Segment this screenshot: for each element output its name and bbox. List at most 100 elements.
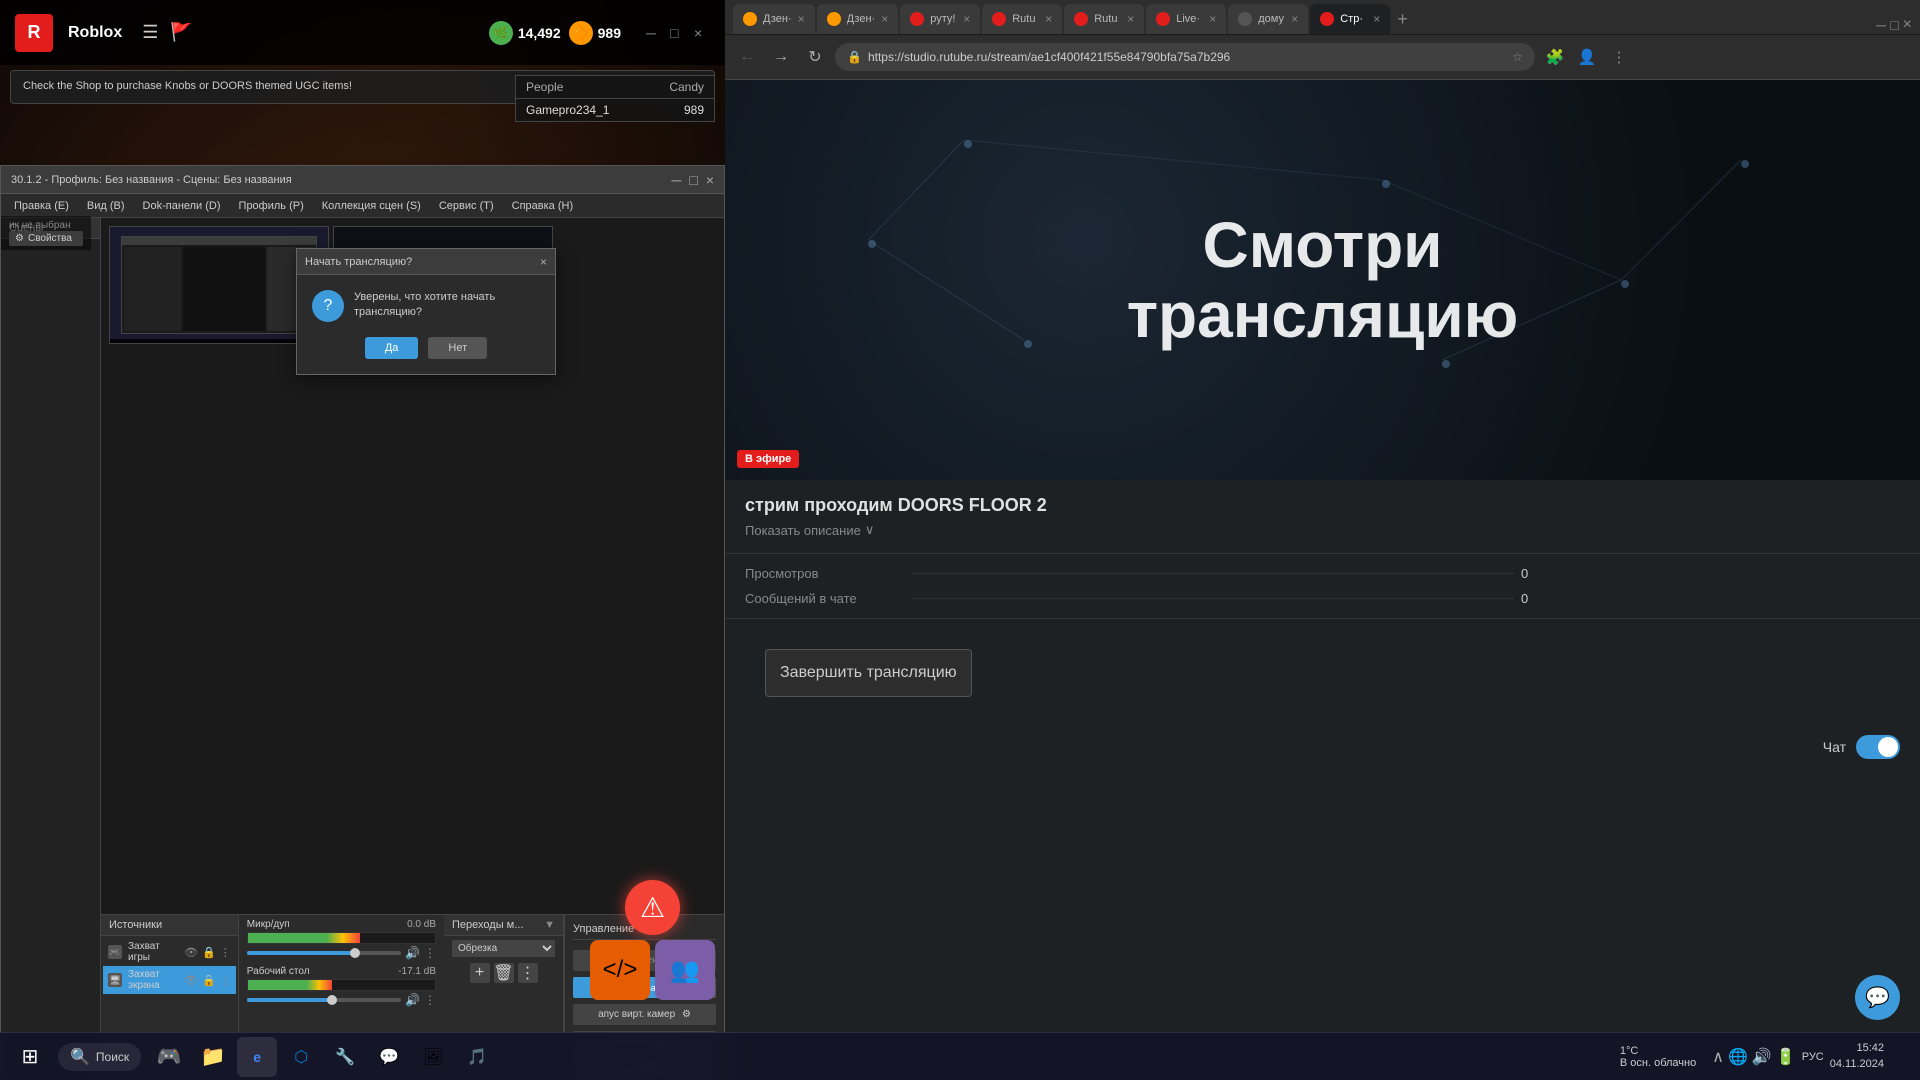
- rutube-chat-toggle[interactable]: [1856, 735, 1900, 759]
- tab-1-label: Дзен·: [763, 13, 792, 25]
- browser-extensions-btn[interactable]: 🧩: [1541, 43, 1569, 71]
- taskbar-language[interactable]: РУС: [1802, 1051, 1824, 1063]
- source-eye-icon[interactable]: 👁: [184, 946, 198, 959]
- source-more-icon[interactable]: ⋮: [220, 946, 231, 959]
- robux-currency: 🌿 14,492: [489, 21, 561, 45]
- tab-5-close[interactable]: ×: [1127, 12, 1134, 26]
- roblox-code-btn[interactable]: </>: [590, 940, 650, 1000]
- browser-minimize-btn[interactable]: ─: [1876, 17, 1886, 33]
- taskbar-app-media[interactable]: 🎵: [457, 1037, 497, 1077]
- obs-dialog-close-btn[interactable]: ×: [540, 255, 547, 269]
- tray-expand-icon[interactable]: ∧: [1712, 1047, 1724, 1067]
- rutube-end-stream-section: Завершить трансляцию: [725, 619, 1920, 727]
- taskbar-app-vscode[interactable]: ⬡: [281, 1037, 321, 1077]
- rutube-description-toggle[interactable]: Показать описание ∨: [745, 522, 1900, 538]
- taskbar-show-desktop-btn[interactable]: [1890, 1037, 1910, 1077]
- obs-transition-more-btn[interactable]: ⋮: [518, 963, 538, 983]
- obs-menu-scene-collection[interactable]: Коллекция сцен (S): [314, 198, 429, 214]
- obs-titlebar-buttons: ─ □ ×: [671, 172, 714, 188]
- rutube-support-btn[interactable]: 💬: [1855, 975, 1900, 1020]
- taskbar-app-chat[interactable]: 💬: [369, 1037, 409, 1077]
- obs-desktop-mute-icon[interactable]: 🔊: [405, 993, 420, 1007]
- browser-back-btn[interactable]: ←: [733, 43, 761, 71]
- tab-6-label: Live·: [1176, 13, 1200, 25]
- tab-4-close[interactable]: ×: [1045, 12, 1052, 26]
- obs-minimize-btn[interactable]: ─: [671, 172, 681, 188]
- obs-source-screen-capture[interactable]: 🖥 Захват экрана 👁 🔒 ⋮: [103, 966, 236, 994]
- tab-1-close[interactable]: ×: [798, 12, 805, 26]
- obs-mic-slider[interactable]: [247, 951, 401, 955]
- obs-virtual-camera-btn[interactable]: апус вирт. камер ⚙: [573, 1004, 716, 1025]
- rutube-end-stream-btn[interactable]: Завершить трансляцию: [765, 649, 972, 697]
- browser-forward-btn[interactable]: →: [767, 43, 795, 71]
- tray-network-icon[interactable]: 🌐: [1728, 1047, 1748, 1067]
- obs-transitions-expand-icon[interactable]: ▼: [544, 919, 555, 931]
- obs-dialog-yes-btn[interactable]: Да: [365, 337, 419, 359]
- browser-tab-1[interactable]: Дзен· ×: [733, 4, 815, 34]
- obs-desktop-more-icon[interactable]: ⋮: [424, 993, 436, 1007]
- source-lock-icon[interactable]: 🔒: [202, 946, 216, 959]
- obs-desktop-level-bar: [247, 979, 436, 991]
- roblox-menu-icon-1[interactable]: ☰: [142, 22, 158, 43]
- tab-7-close[interactable]: ×: [1291, 12, 1298, 26]
- obs-menu-dock[interactable]: Dok-панели (D): [135, 198, 229, 214]
- obs-menu-tools[interactable]: Сервис (Т): [431, 198, 502, 214]
- tray-sound-icon[interactable]: 🔊: [1752, 1047, 1772, 1067]
- browser-new-tab-btn[interactable]: +: [1392, 4, 1413, 34]
- obs-transition-add-btn[interactable]: +: [470, 963, 490, 983]
- tab-active-close[interactable]: ×: [1373, 12, 1380, 26]
- tray-battery-icon[interactable]: 🔋: [1776, 1047, 1796, 1067]
- obs-menu-view[interactable]: Вид (В): [79, 198, 133, 214]
- obs-transitions-header: Переходы м... ▼: [444, 915, 563, 936]
- obs-mic-mute-icon[interactable]: 🔊: [405, 946, 420, 960]
- obs-desktop-slider[interactable]: [247, 998, 401, 1002]
- browser-menu-btn[interactable]: ⋮: [1605, 43, 1633, 71]
- browser-tab-2[interactable]: Дзен· ×: [817, 4, 899, 34]
- source-lock-icon-2[interactable]: 🔒: [202, 974, 216, 987]
- obs-transitions-select[interactable]: Обрезка: [452, 940, 555, 957]
- obs-mic-more-icon[interactable]: ⋮: [424, 946, 436, 960]
- obs-source-game-capture[interactable]: 🎮 Захват игры 👁 🔒 ⋮: [103, 938, 236, 966]
- browser-profile-btn[interactable]: 👤: [1573, 43, 1601, 71]
- roblox-maximize-btn[interactable]: □: [670, 25, 686, 41]
- browser-close-btn[interactable]: ×: [1903, 16, 1912, 34]
- taskbar-search-bar[interactable]: 🔍 Поиск: [58, 1043, 141, 1071]
- browser-tab-4[interactable]: Rutu ×: [982, 4, 1062, 34]
- roblox-close-btn[interactable]: ×: [694, 25, 710, 41]
- obs-dialog-no-btn[interactable]: Нет: [428, 337, 487, 359]
- tab-6-close[interactable]: ×: [1209, 12, 1216, 26]
- roblox-people-btn[interactable]: 👥: [655, 940, 715, 1000]
- bookmark-icon[interactable]: ☆: [1512, 50, 1523, 64]
- browser-refresh-btn[interactable]: ↻: [801, 43, 829, 71]
- obs-transition-del-btn[interactable]: 🗑: [494, 963, 514, 983]
- browser-maximize-btn[interactable]: □: [1890, 17, 1898, 33]
- taskbar-app-files[interactable]: 📁: [193, 1037, 233, 1077]
- obs-menu-profile[interactable]: Профиль (P): [231, 198, 312, 214]
- obs-dialog-icon: ?: [312, 290, 344, 322]
- browser-address-bar[interactable]: 🔒 https://studio.rutube.ru/stream/ae1cf4…: [835, 43, 1535, 71]
- taskbar-app-photos[interactable]: 🖼: [413, 1037, 453, 1077]
- scene-props-btn[interactable]: ⚙ Свойства: [9, 231, 83, 246]
- obs-maximize-btn[interactable]: □: [689, 172, 697, 188]
- obs-menu-file[interactable]: Правка (Е): [6, 198, 77, 214]
- browser-tab-3[interactable]: руту! ×: [900, 4, 980, 34]
- tab-2-close[interactable]: ×: [881, 12, 888, 26]
- source-more-icon-2[interactable]: ⋮: [220, 974, 231, 987]
- roblox-menu-icon-2[interactable]: 🚩: [170, 22, 192, 43]
- taskbar-app-browser[interactable]: e: [237, 1037, 277, 1077]
- obs-menu-help[interactable]: Справка (H): [504, 198, 581, 214]
- taskbar-start-btn[interactable]: ⊞: [10, 1037, 50, 1077]
- obs-close-btn[interactable]: ×: [706, 172, 714, 188]
- source-eye-icon-2[interactable]: 👁: [184, 974, 198, 987]
- roblox-minimize-btn[interactable]: ─: [646, 25, 662, 41]
- tools-icon: 🔧: [335, 1047, 355, 1067]
- browser-tab-5[interactable]: Rutu ×: [1064, 4, 1144, 34]
- no-scene-text: ик не выбран: [9, 220, 83, 231]
- browser-tab-6[interactable]: Live· ×: [1146, 4, 1226, 34]
- browser-tab-active[interactable]: Стр· ×: [1310, 4, 1390, 34]
- taskbar-app-tools[interactable]: 🔧: [325, 1037, 365, 1077]
- roblox-warning-icon[interactable]: ⚠: [625, 880, 680, 935]
- taskbar-app-game[interactable]: 🎮: [149, 1037, 189, 1077]
- tab-3-close[interactable]: ×: [963, 12, 970, 26]
- browser-tab-7[interactable]: дому ×: [1228, 4, 1308, 34]
